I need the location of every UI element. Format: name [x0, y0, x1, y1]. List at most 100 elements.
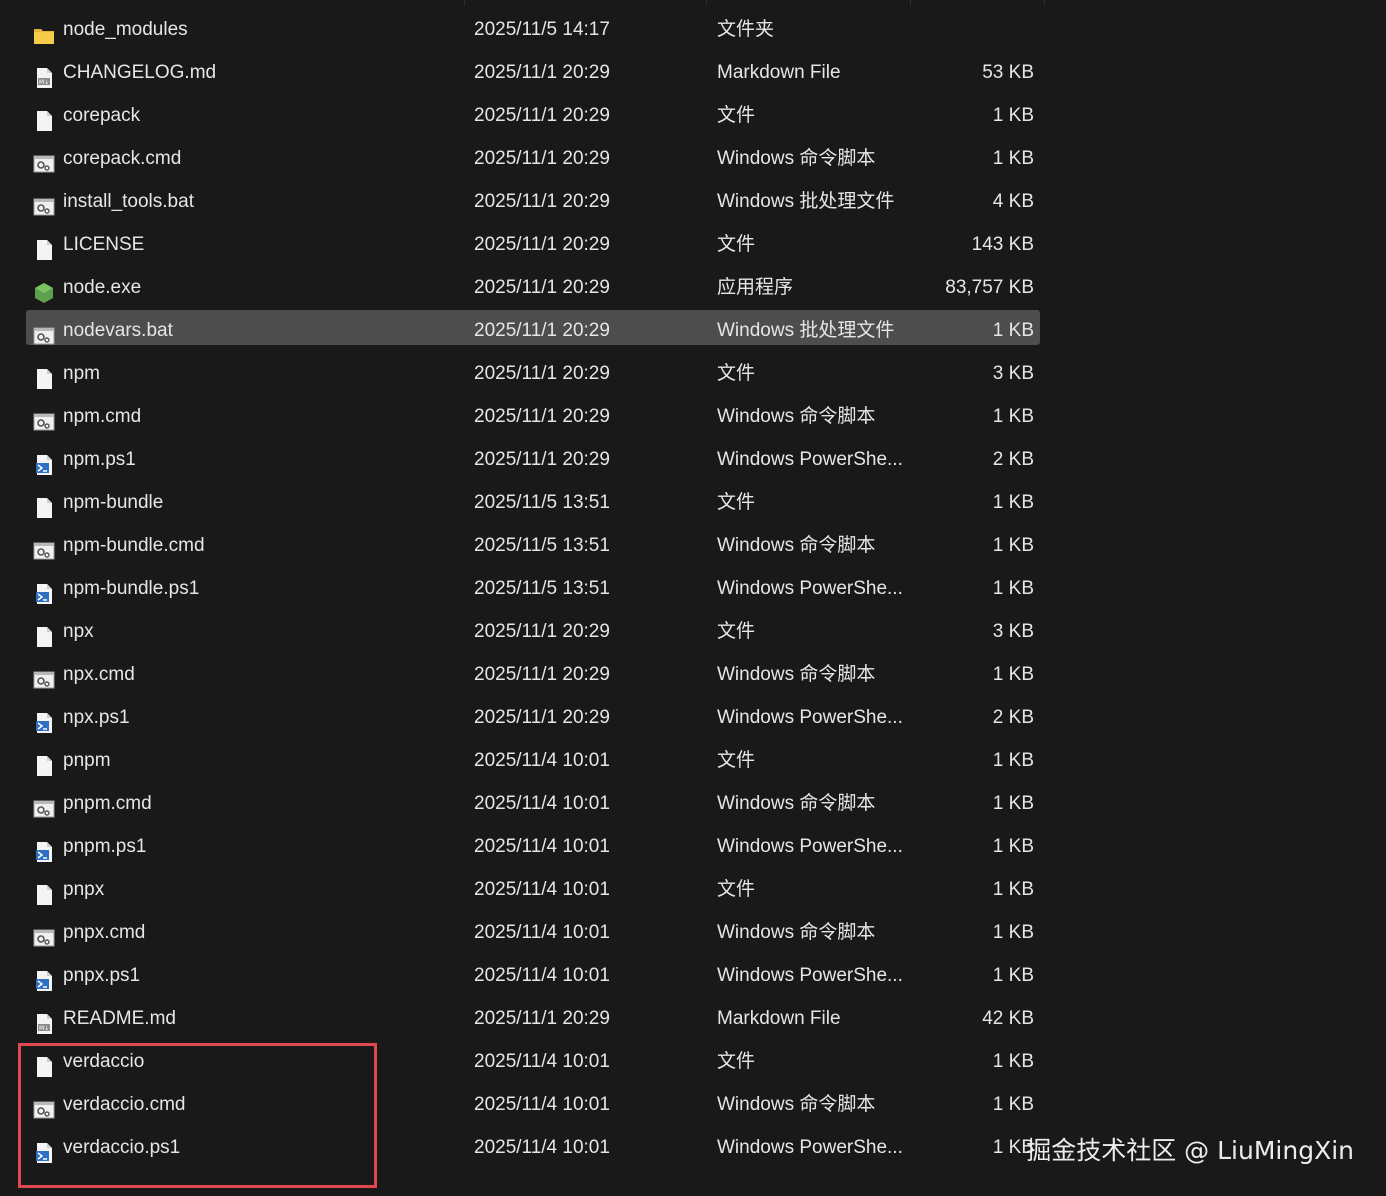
file-date-modified: 2025/11/5 13:51: [474, 492, 610, 513]
column-separator[interactable]: [706, 0, 707, 6]
file-size: 1 KB: [992, 1094, 1034, 1115]
watermark: 掘金技术社区 @ LiuMingXin: [1026, 1136, 1354, 1165]
file-size: 4 KB: [992, 191, 1034, 212]
file-row[interactable]: npm-bundle.ps1 2025/11/5 13:51 Windows Pow…: [0, 567, 1386, 610]
file-size: 1 KB: [992, 1051, 1034, 1072]
file-row[interactable]: npx 2025/11/1 20:29 文件 3 KB: [0, 610, 1386, 653]
file-row[interactable]: node_modules 2025/11/5 14:17 文件夹: [0, 8, 1386, 51]
file-name: CHANGELOG.md: [63, 62, 217, 83]
file-name: npm.cmd: [63, 406, 142, 427]
file-type: Windows 命令脚本: [717, 664, 876, 685]
file-type: 文件: [717, 1051, 756, 1072]
file-date-modified: 2025/11/5 14:17: [474, 19, 610, 40]
file-type: Windows PowerShe...: [717, 449, 903, 470]
file-row[interactable]: pnpm.ps1 2025/11/4 10:01 Windows PowerShe.…: [0, 825, 1386, 868]
file-row[interactable]: verdaccio 2025/11/4 10:01 文件 1 KB: [0, 1040, 1386, 1083]
file-row[interactable]: LICENSE 2025/11/1 20:29 文件 143 KB: [0, 223, 1386, 266]
file-size: 1 KB: [992, 664, 1034, 685]
file-type: Windows 命令脚本: [717, 793, 876, 814]
file-icon: [33, 610, 55, 653]
file-row[interactable]: corepack 2025/11/1 20:29 文件 1 KB: [0, 94, 1386, 137]
file-name: npx.cmd: [63, 664, 135, 685]
file-size: 2 KB: [992, 707, 1034, 728]
script-file-icon: [33, 911, 55, 954]
file-icon: [33, 481, 55, 524]
file-row[interactable]: pnpm.cmd 2025/11/4 10:01 Windows 命令脚本 1 KB: [0, 782, 1386, 825]
file-name: corepack.cmd: [63, 148, 182, 169]
column-separator[interactable]: [910, 0, 911, 6]
file-size: 2 KB: [992, 449, 1034, 470]
file-type: Windows 批处理文件: [717, 320, 895, 341]
file-type: Windows 命令脚本: [717, 922, 876, 943]
file-name: node_modules: [63, 19, 188, 40]
file-row[interactable]: pnpx 2025/11/4 10:01 文件 1 KB: [0, 868, 1386, 911]
file-name: pnpm.cmd: [63, 793, 152, 814]
file-name: npm: [63, 363, 100, 384]
file-type: Windows PowerShe...: [717, 578, 903, 599]
file-row[interactable]: npx.ps1 2025/11/1 20:29 Windows PowerShe..…: [0, 696, 1386, 739]
file-name: npm-bundle.cmd: [63, 535, 205, 556]
file-size: 1 KB: [992, 105, 1034, 126]
file-size: 53 KB: [982, 62, 1034, 83]
file-name: install_tools.bat: [63, 191, 194, 212]
file-row[interactable]: verdaccio.cmd 2025/11/4 10:01 Windows 命令脚本…: [0, 1083, 1386, 1126]
file-size: 143 KB: [971, 234, 1034, 255]
script-file-icon: [33, 309, 55, 352]
file-date-modified: 2025/11/1 20:29: [474, 148, 610, 169]
file-date-modified: 2025/11/1 20:29: [474, 664, 610, 685]
file-size: 1 KB: [992, 879, 1034, 900]
file-row[interactable]: npx.cmd 2025/11/1 20:29 Windows 命令脚本 1 KB: [0, 653, 1386, 696]
file-type: Windows 命令脚本: [717, 148, 876, 169]
file-row[interactable]: corepack.cmd 2025/11/1 20:29 Windows 命令脚本 1…: [0, 137, 1386, 180]
file-row[interactable]: npm.cmd 2025/11/1 20:29 Windows 命令脚本 1 KB: [0, 395, 1386, 438]
file-size: 1 KB: [992, 148, 1034, 169]
file-row[interactable]: M↓ CHANGELOG.md 2025/11/1 20:29 Markdown Fi…: [0, 51, 1386, 94]
folder-icon: [33, 8, 55, 51]
script-file-icon: [33, 395, 55, 438]
powershell-file-icon: [33, 1126, 55, 1169]
file-size: 1 KB: [992, 965, 1034, 986]
file-name: pnpx: [63, 879, 105, 900]
file-row[interactable]: node.exe 2025/11/1 20:29 应用程序 83,757 KB: [0, 266, 1386, 309]
file-row[interactable]: nodevars.bat 2025/11/1 20:29 Windows 批处理文件…: [0, 309, 1386, 352]
file-row[interactable]: M↓ README.md 2025/11/1 20:29 Markdown File 4…: [0, 997, 1386, 1040]
file-name: verdaccio.ps1: [63, 1137, 181, 1158]
script-file-icon: [33, 782, 55, 825]
file-type: Windows PowerShe...: [717, 965, 903, 986]
file-row[interactable]: pnpx.cmd 2025/11/4 10:01 Windows 命令脚本 1 KB: [0, 911, 1386, 954]
file-row[interactable]: npm 2025/11/1 20:29 文件 3 KB: [0, 352, 1386, 395]
file-type: Windows 批处理文件: [717, 191, 895, 212]
file-date-modified: 2025/11/1 20:29: [474, 621, 610, 642]
svg-text:M↓: M↓: [39, 79, 49, 86]
file-icon: [33, 94, 55, 137]
file-type: Markdown File: [717, 62, 841, 83]
file-row[interactable]: pnpx.ps1 2025/11/4 10:01 Windows PowerShe.…: [0, 954, 1386, 997]
file-type: Windows 命令脚本: [717, 1094, 876, 1115]
file-date-modified: 2025/11/1 20:29: [474, 277, 610, 298]
file-type: 文件: [717, 621, 756, 642]
file-date-modified: 2025/11/4 10:01: [474, 879, 610, 900]
markdown-file-icon: M↓: [33, 51, 55, 94]
column-separator[interactable]: [464, 0, 465, 6]
file-size: 1 KB: [992, 750, 1034, 771]
file-row[interactable]: pnpm 2025/11/4 10:01 文件 1 KB: [0, 739, 1386, 782]
file-date-modified: 2025/11/4 10:01: [474, 1137, 610, 1158]
script-file-icon: [33, 180, 55, 223]
script-file-icon: [33, 137, 55, 180]
file-name: pnpm: [63, 750, 111, 771]
script-file-icon: [33, 524, 55, 567]
file-list: node_modules 2025/11/5 14:17 文件夹 M↓ CHANGELO…: [0, 8, 1386, 1169]
file-date-modified: 2025/11/5 13:51: [474, 578, 610, 599]
column-separator[interactable]: [1044, 0, 1045, 6]
file-row[interactable]: npm.ps1 2025/11/1 20:29 Windows PowerShe..…: [0, 438, 1386, 481]
file-row[interactable]: npm-bundle.cmd 2025/11/5 13:51 Windows 命令脚…: [0, 524, 1386, 567]
file-icon: [33, 1040, 55, 1083]
file-row[interactable]: npm-bundle 2025/11/5 13:51 文件 1 KB: [0, 481, 1386, 524]
powershell-file-icon: [33, 954, 55, 997]
file-icon: [33, 352, 55, 395]
file-date-modified: 2025/11/4 10:01: [474, 836, 610, 857]
file-row[interactable]: install_tools.bat 2025/11/1 20:29 Windows …: [0, 180, 1386, 223]
file-date-modified: 2025/11/1 20:29: [474, 449, 610, 470]
file-date-modified: 2025/11/1 20:29: [474, 363, 610, 384]
file-name: verdaccio: [63, 1051, 145, 1072]
